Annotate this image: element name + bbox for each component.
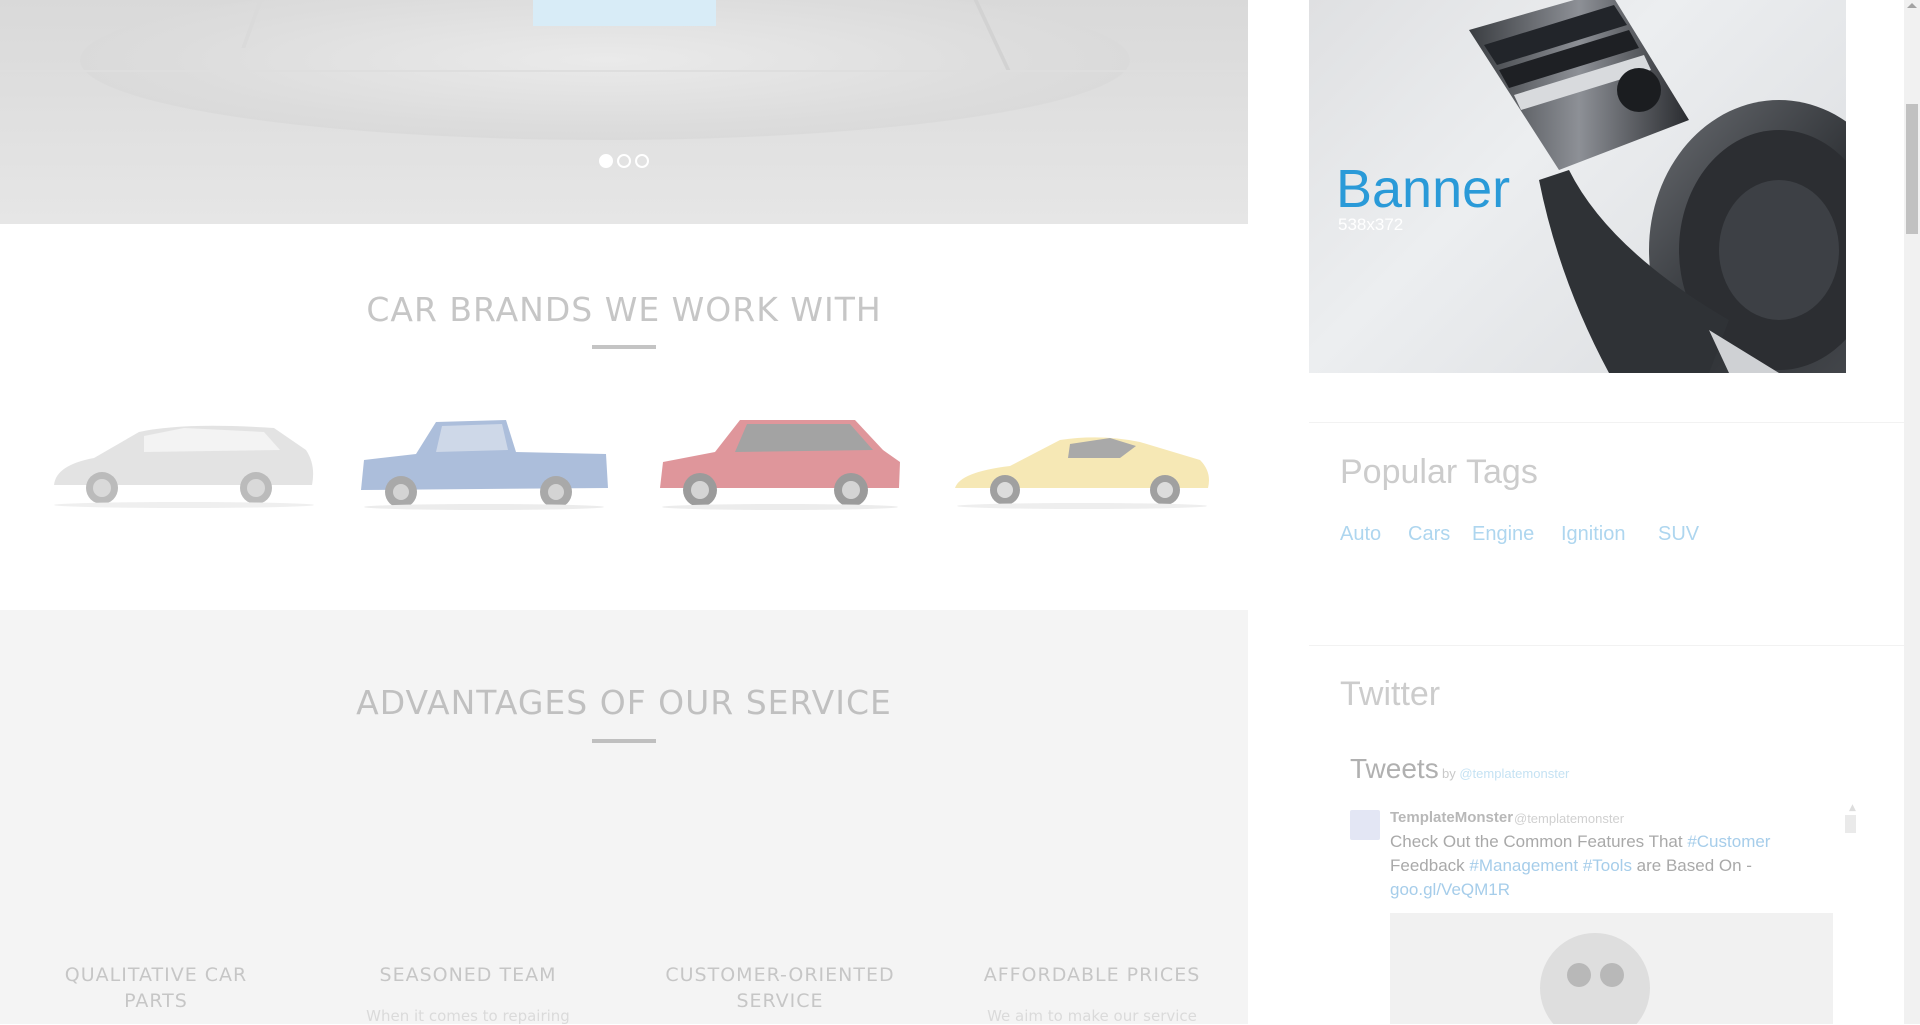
tweet-scrollbar-thumb[interactable] (1845, 815, 1856, 833)
car-yellow-supercar-image (955, 437, 1209, 509)
tweet-author-name[interactable]: TemplateMonster (1390, 809, 1513, 826)
tweet-text-part: Check Out the Common Features That (1390, 832, 1688, 851)
tag-auto[interactable]: Auto (1340, 523, 1381, 546)
tweet-text-part: Feedback (1390, 856, 1470, 875)
slider-car-detail (0, 70, 1248, 72)
car-red-suv-image (660, 420, 900, 510)
tweet-hashtag-link[interactable]: #Management (1469, 856, 1578, 875)
tag-cars[interactable]: Cars (1408, 523, 1450, 546)
tweet-image-person (1540, 933, 1650, 1024)
binoculars-icon (1567, 963, 1591, 987)
tag-ignition[interactable]: Ignition (1561, 523, 1626, 546)
page-scrollbar-thumb[interactable] (1906, 104, 1918, 234)
advantage-text: When it comes to repairing (366, 1007, 570, 1025)
brands-section-title: CAR BRANDS WE WORK WITH (366, 290, 882, 329)
advantages-title-divider (592, 739, 656, 743)
advantage-title: QUALITATIVE CAR PARTS (64, 964, 248, 1012)
car-silver-wagon-image (54, 425, 314, 508)
advantage-title: AFFORDABLE PRICES (983, 964, 1201, 986)
sidebar-banner[interactable]: Banner 538x372 (1309, 0, 1846, 373)
tweet-text-part: are Based On - (1631, 856, 1752, 875)
advantages-section-title: ADVANTAGES OF OUR SERVICE (356, 683, 892, 722)
tag-engine[interactable]: Engine (1472, 523, 1534, 546)
tweets-by-label: by (1442, 766, 1456, 781)
car-red-suv[interactable] (655, 410, 905, 510)
car-blue-pickup[interactable] (356, 410, 611, 510)
slider-dot-3[interactable] (635, 154, 649, 168)
tweet-hashtag-link[interactable]: #Tools (1583, 856, 1632, 875)
advantage-title: SEASONED TEAM (379, 964, 557, 986)
slider-car-windshield (533, 0, 716, 26)
tweet-author-avatar[interactable] (1350, 810, 1380, 840)
car-silver-wagon[interactable] (44, 410, 319, 510)
sidebar-divider (1309, 422, 1904, 423)
tweet-text: Check Out the Common Features That #Cust… (1390, 830, 1830, 902)
tweets-by: by @templatemonster (1442, 766, 1569, 781)
car-yellow-supercar[interactable] (950, 410, 1215, 510)
tweet-scroll-up-icon[interactable]: ▲ (1849, 803, 1859, 813)
tweet-image[interactable] (1390, 913, 1833, 1024)
advantage-title: CUSTOMER-ORIENTED SERVICE (665, 964, 895, 1012)
hero-slider (0, 0, 1248, 224)
banner-title: Banner (1336, 159, 1511, 219)
banner-size: 538x372 (1338, 215, 1404, 234)
slider-pagination (0, 154, 1248, 168)
tweets-heading: Tweets (1350, 753, 1439, 784)
brands-title-divider (592, 345, 656, 349)
car-brands-row (0, 410, 1248, 520)
tweet-author-handle[interactable]: @templatemonster (1514, 811, 1624, 826)
scroll-up-icon[interactable] (1907, 3, 1917, 8)
car-blue-pickup-image (361, 420, 608, 510)
binoculars-icon (1600, 963, 1624, 987)
popular-tags-title: Popular Tags (1340, 453, 1538, 491)
tag-suv[interactable]: SUV (1658, 523, 1699, 546)
twitter-title: Twitter (1340, 675, 1441, 713)
slider-dot-2[interactable] (617, 154, 631, 168)
advantage-text: We aim to make our service (987, 1007, 1197, 1025)
slider-dot-1[interactable] (599, 154, 613, 168)
tweet-hashtag-link[interactable]: goo.gl/VeQM1R (1390, 880, 1510, 899)
sidebar-divider (1309, 645, 1904, 646)
tweets-by-handle[interactable]: @templatemonster (1459, 766, 1569, 781)
tweet-hashtag-link[interactable]: #Customer (1687, 832, 1770, 851)
